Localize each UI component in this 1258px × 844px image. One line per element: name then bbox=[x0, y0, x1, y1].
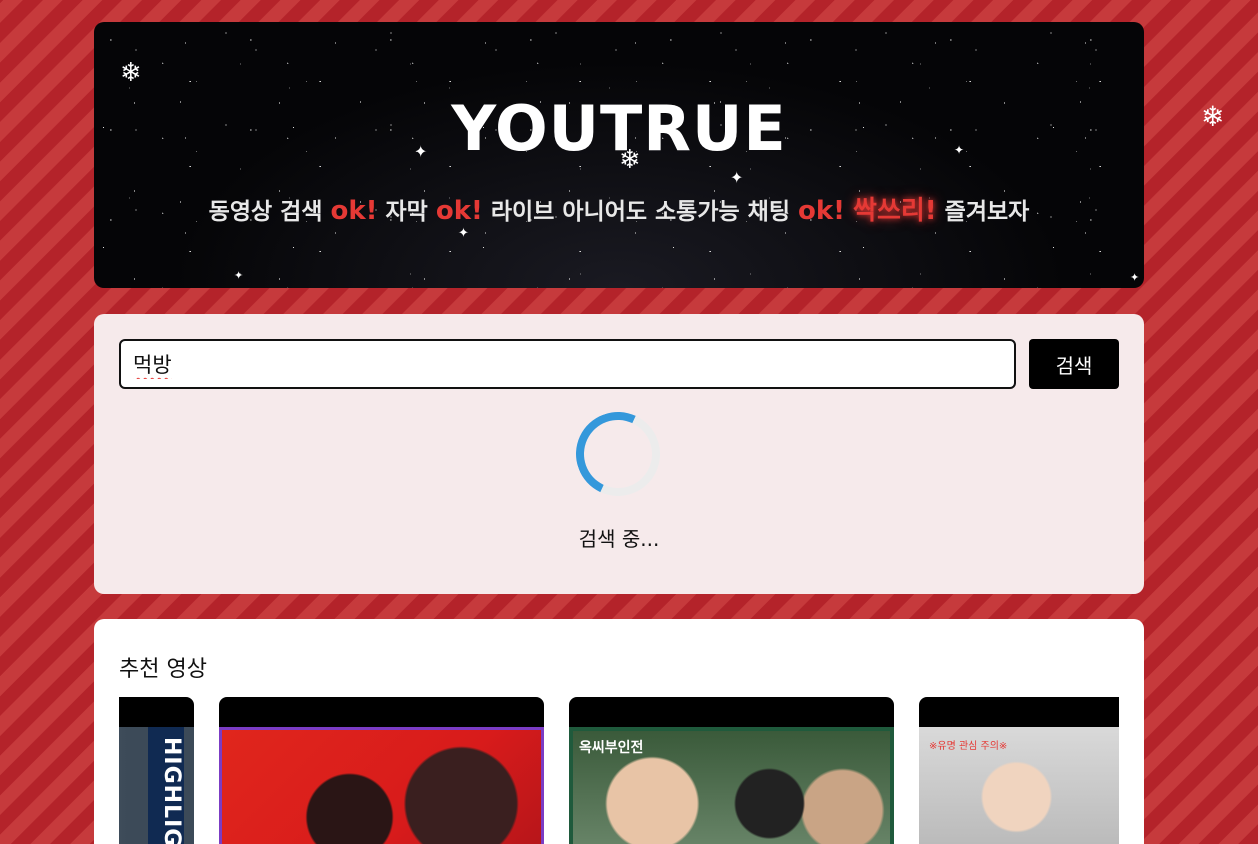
video-carousel[interactable]: HIGHLIGHTS 옥씨부인전 ※유명 관심 주의※ bbox=[119, 697, 1119, 844]
video-thumbnail[interactable]: ※유명 관심 주의※ bbox=[919, 697, 1119, 844]
hero-banner: ❄ ❄ ✦ ✦ ✦ ✦ ✦ ✦ YOUTRUE 동영상 검색 ok! 자막 ok… bbox=[94, 22, 1144, 288]
thumbnail-image bbox=[219, 727, 544, 844]
recommended-section: 추천 영상 HIGHLIGHTS 옥씨부인전 ※유명 관심 주의※ bbox=[94, 619, 1144, 844]
subtitle-text: 즐겨보자 bbox=[936, 199, 1030, 225]
snowflake-icon: ❄ bbox=[1201, 100, 1225, 133]
subtitle-ok: ok! bbox=[798, 196, 846, 226]
thumbnail-overlay-text: 옥씨부인전 bbox=[579, 740, 644, 756]
section-title: 추천 영상 bbox=[119, 657, 207, 682]
hero-subtitle: 동영상 검색 ok! 자막 ok! 라이브 아니어도 소통가능 채팅 ok! 싹… bbox=[94, 190, 1144, 227]
subtitle-text: 자막 bbox=[377, 199, 436, 225]
subtitle-text: 동영상 검색 bbox=[208, 199, 331, 225]
thumbnail-overlay-text: HIGHLIGHTS bbox=[148, 727, 184, 844]
sparkle-icon: ✦ bbox=[234, 269, 244, 282]
sparkle-icon: ✦ bbox=[730, 168, 744, 187]
video-thumbnail[interactable]: 옥씨부인전 bbox=[569, 697, 894, 844]
subtitle-highlight: 싹쓰리! bbox=[853, 196, 937, 226]
sparkle-icon: ✦ bbox=[458, 226, 469, 241]
subtitle-ok: ok! bbox=[330, 196, 378, 226]
search-button[interactable]: 검색 bbox=[1029, 339, 1119, 389]
video-thumbnail[interactable]: HIGHLIGHTS bbox=[119, 697, 194, 844]
video-thumbnail[interactable] bbox=[219, 697, 544, 844]
loading-spinner-icon bbox=[564, 400, 672, 508]
subtitle-text: 라이브 아니어도 소통가능 채팅 bbox=[482, 199, 798, 225]
snowflake-icon: ❄ bbox=[120, 58, 142, 88]
subtitle-ok: ok! bbox=[435, 196, 483, 226]
sparkle-icon: ✦ bbox=[1130, 271, 1140, 284]
thumbnail-overlay-text: ※유명 관심 주의※ bbox=[929, 741, 1008, 752]
search-panel: 검색 검색 중... bbox=[94, 314, 1144, 594]
site-title: YOUTRUE bbox=[451, 92, 787, 165]
loading-text: 검색 중... bbox=[578, 527, 660, 551]
search-input[interactable] bbox=[119, 339, 1016, 389]
page: ❄ ❄ ✦ ✦ ✦ ✦ ✦ ✦ YOUTRUE 동영상 검색 ok! 자막 ok… bbox=[94, 22, 1144, 844]
